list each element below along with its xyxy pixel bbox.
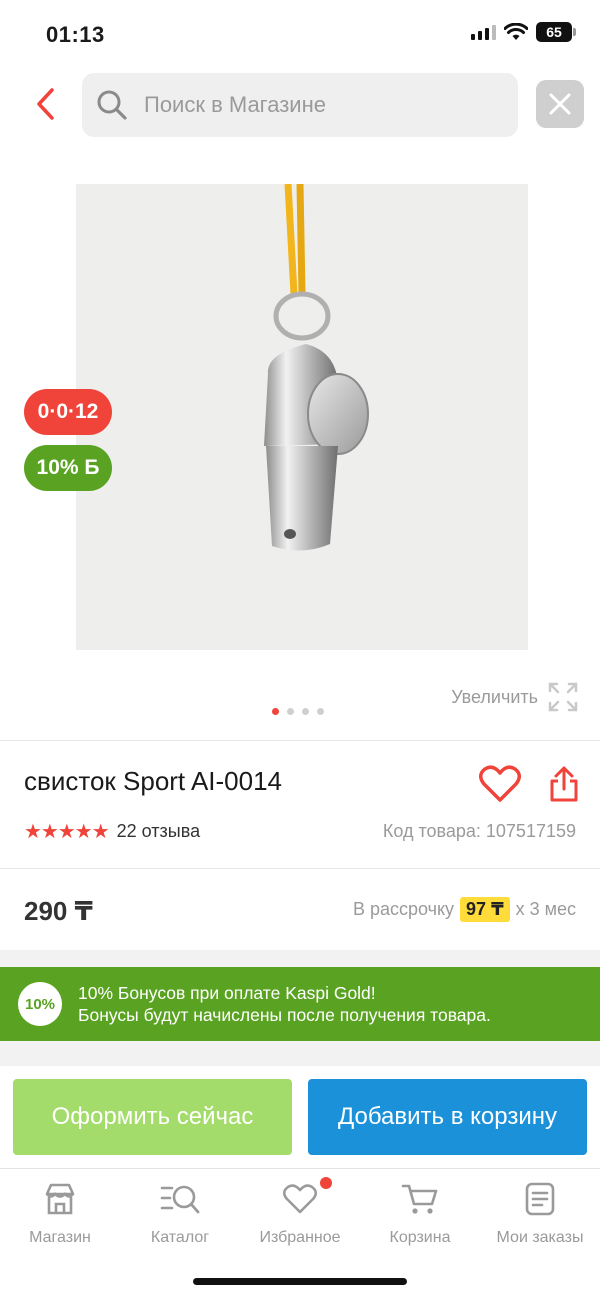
wifi-icon bbox=[504, 23, 528, 40]
search-placeholder: Поиск в Магазине bbox=[144, 92, 326, 117]
installment-prefix: В рассрочку bbox=[352, 899, 455, 919]
home-indicator[interactable] bbox=[193, 1278, 407, 1285]
status-bar: 01:13 65 bbox=[0, 0, 600, 70]
bonus-percent-icon: 10% bbox=[18, 982, 62, 1026]
close-icon bbox=[549, 93, 571, 115]
divider bbox=[0, 868, 600, 869]
catalog-search-icon bbox=[160, 1179, 200, 1219]
bonus-line-2: Бонусы будут начислены после получения т… bbox=[78, 1005, 491, 1025]
status-time: 01:13 bbox=[46, 22, 105, 47]
product-title: свисток Sport AI-0014 bbox=[24, 766, 283, 796]
pagination-dot[interactable] bbox=[317, 708, 324, 715]
tab-label: Корзина bbox=[389, 1229, 451, 1246]
pagination-dot[interactable] bbox=[287, 708, 294, 715]
bonus-line-1: 10% Бонусов при оплате Kaspi Gold! bbox=[78, 983, 376, 1003]
rating[interactable]: ★★★★★ 22 отзыва bbox=[24, 819, 200, 844]
gallery-pagination[interactable] bbox=[272, 708, 324, 715]
product-price: 290 ₸ bbox=[24, 896, 93, 926]
installment-suffix: х 3 мес bbox=[515, 899, 576, 919]
whistle-image bbox=[264, 183, 369, 551]
search-input[interactable]: Поиск в Магазине bbox=[82, 73, 518, 137]
bonus-banner[interactable]: 10% 10% Бонусов при оплате Kaspi Gold! Б… bbox=[0, 967, 600, 1041]
tab-cart[interactable]: Корзина bbox=[360, 1179, 480, 1247]
star-rating-icon: ★★★★★ bbox=[24, 821, 110, 843]
expand-icon bbox=[548, 682, 578, 712]
notification-dot bbox=[320, 1177, 332, 1189]
tab-label: Мои заказы bbox=[496, 1229, 584, 1246]
bonus-badge: 10% Б bbox=[24, 445, 112, 491]
heart-icon bbox=[280, 1177, 332, 1219]
back-button[interactable] bbox=[30, 84, 60, 124]
share-button[interactable] bbox=[540, 760, 588, 808]
installment-badge: 0·0·12 bbox=[24, 389, 112, 435]
share-icon bbox=[550, 766, 578, 802]
installment-info[interactable]: В рассрочку 97 ₸ х 3 мес bbox=[353, 897, 576, 922]
status-indicators: 65 bbox=[471, 22, 576, 42]
tab-label: Магазин bbox=[29, 1229, 91, 1246]
cart-icon bbox=[400, 1179, 440, 1219]
reviews-link[interactable]: 22 отзыва bbox=[117, 821, 200, 842]
section-separator bbox=[0, 950, 600, 967]
tab-favorites[interactable]: Избранное bbox=[240, 1177, 360, 1247]
tab-catalog[interactable]: Каталог bbox=[120, 1179, 240, 1247]
store-icon bbox=[40, 1179, 80, 1219]
bonus-text: 10% Бонусов при оплате Kaspi Gold! Бонус… bbox=[78, 982, 491, 1026]
tab-orders[interactable]: Мои заказы bbox=[480, 1179, 600, 1247]
add-to-cart-button[interactable]: Добавить в корзину bbox=[308, 1079, 587, 1155]
installment-amount: 97 ₸ bbox=[460, 897, 510, 922]
orders-icon bbox=[520, 1179, 560, 1219]
section-separator bbox=[0, 1041, 600, 1066]
product-gallery[interactable]: 0·0·12 10% Б Увеличить bbox=[0, 150, 600, 740]
order-now-button[interactable]: Оформить сейчас bbox=[13, 1079, 292, 1155]
battery-icon: 65 bbox=[536, 22, 576, 42]
heart-icon bbox=[479, 765, 521, 802]
tab-label: Избранное bbox=[259, 1229, 341, 1246]
pagination-dot[interactable] bbox=[302, 708, 309, 715]
product-photo[interactable] bbox=[76, 183, 528, 650]
zoom-label: Увеличить bbox=[451, 686, 538, 707]
pagination-dot[interactable] bbox=[272, 708, 279, 715]
tab-store[interactable]: Магазин bbox=[0, 1179, 120, 1247]
search-header: Поиск в Магазине bbox=[0, 70, 600, 140]
tab-label: Каталог bbox=[150, 1229, 210, 1246]
zoom-button[interactable]: Увеличить bbox=[451, 682, 578, 712]
product-code: Код товара: 107517159 bbox=[382, 821, 576, 841]
close-button[interactable] bbox=[536, 80, 584, 128]
search-icon bbox=[97, 90, 127, 120]
favorite-button[interactable] bbox=[476, 760, 524, 808]
cellular-signal-icon bbox=[471, 24, 496, 40]
chevron-left-icon bbox=[37, 88, 54, 120]
divider bbox=[0, 740, 600, 741]
